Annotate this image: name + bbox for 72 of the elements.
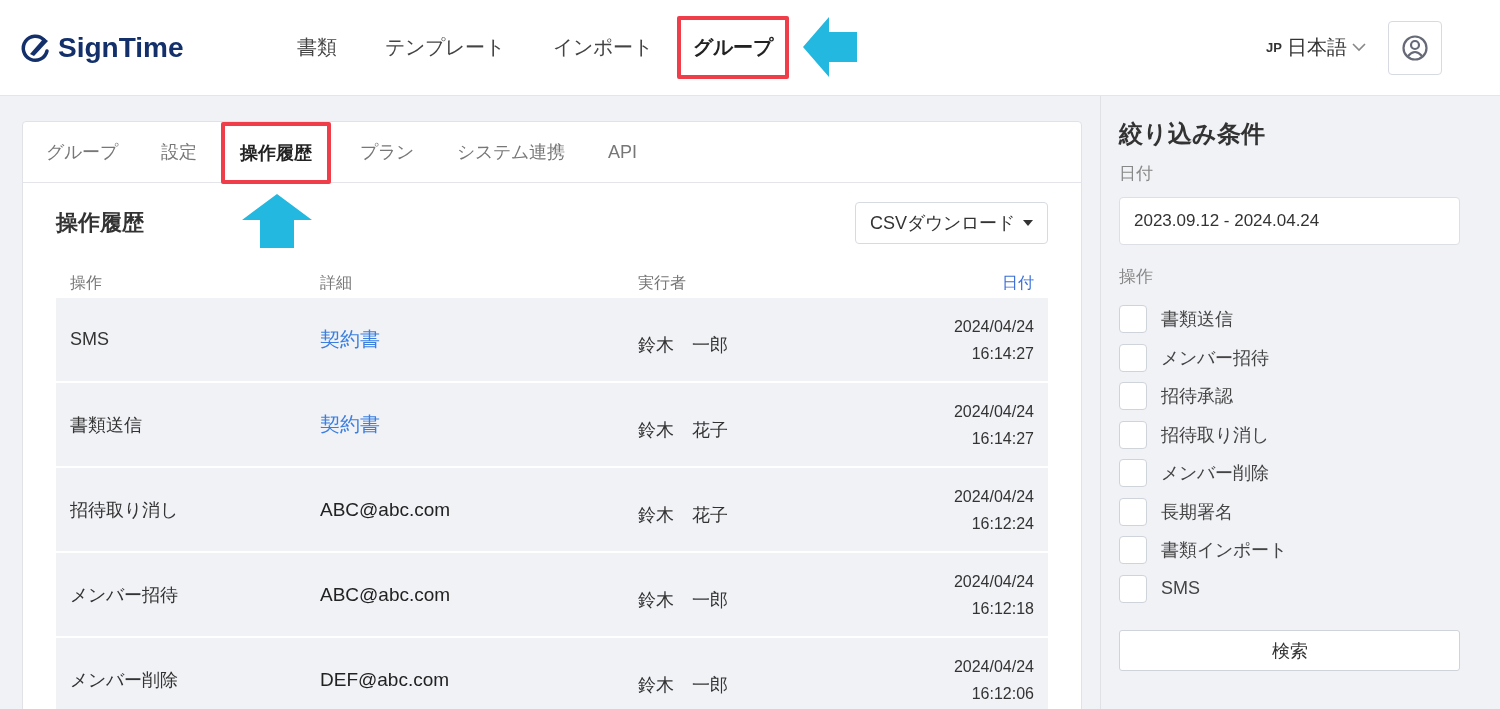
checkbox[interactable] [1119,497,1147,526]
document-link[interactable]: 契約書 [320,326,380,353]
table-cell: 鈴木 花子 [624,383,848,466]
checkbox-label: SMS [1161,578,1200,600]
arrow-annotation [803,17,857,77]
checkbox[interactable] [1119,420,1147,449]
checkbox[interactable] [1119,343,1147,372]
checkbox[interactable] [1119,305,1147,334]
table-cell: メンバー削除 [56,638,306,709]
nav-link[interactable]: インポート [529,18,677,77]
checkbox-label: 書類送信 [1161,308,1233,332]
checkbox-label: メンバー削除 [1161,462,1269,486]
checkbox[interactable] [1119,459,1147,488]
csv-download-button[interactable]: CSVダウンロード [855,202,1048,244]
checkbox-label: 書類インポート [1161,539,1287,563]
table-cell: メンバー招待 [56,553,306,636]
tab[interactable]: グループ [27,122,142,182]
operation-label: 操作 [1119,266,1154,288]
date-text: 2024/04/24 [953,656,1034,677]
table-cell: 鈴木 一郎 [624,298,848,381]
page-title: 操作履歴 [56,209,144,237]
checkbox-label: 招待承認 [1161,385,1233,409]
table-cell: 鈴木 一郎 [624,638,848,709]
table-cell: 鈴木 花子 [624,468,848,551]
column-header[interactable]: 操作 [56,263,306,298]
date-text: 2024/04/24 [953,571,1034,592]
document-link[interactable]: 契約書 [320,411,380,438]
filter-title: 絞り込み条件 [1119,119,1266,149]
nav-link[interactable]: グループ [677,16,789,79]
email-text: DEF@abc.com [320,668,450,691]
checkbox-label: メンバー招待 [1161,346,1269,370]
checkbox[interactable] [1119,536,1147,565]
time-text: 16:14:27 [970,428,1034,449]
date-text: 2024/04/24 [953,486,1034,507]
email-text: ABC@abc.com [320,583,451,606]
table-cell: 鈴木 一郎 [624,553,848,636]
nav-link[interactable]: 書類 [273,18,361,77]
table-cell: SMS [56,298,306,381]
user-icon [1402,34,1428,61]
chevron-down-icon [1352,43,1366,52]
tab[interactable]: システム連携 [438,122,589,182]
language-label: 日本語 [1287,35,1347,60]
user-button[interactable] [1388,20,1442,75]
caret-icon [1023,220,1033,226]
search-button[interactable]: 検索 [1119,630,1460,671]
time-text: 16:12:18 [970,598,1034,619]
column-header[interactable]: 日付 [848,263,1048,298]
time-text: 16:14:27 [970,343,1034,364]
column-header[interactable]: 詳細 [306,263,624,298]
table-cell: 招待取り消し [56,468,306,551]
language-selector[interactable]: JP 日本語 [1266,34,1366,61]
table-cell: 書類送信 [56,383,306,466]
tab[interactable]: プラン [341,122,438,182]
email-text: ABC@abc.com [320,498,451,521]
checkbox-label: 長期署名 [1161,500,1233,524]
time-text: 16:12:06 [970,683,1034,704]
date-label: 日付 [1119,163,1154,185]
date-range-field[interactable]: 2023.09.12 - 2024.04.24 [1119,197,1460,245]
time-text: 16:12:24 [970,513,1034,534]
checkbox[interactable] [1119,574,1147,603]
arrow-annotation [242,194,312,248]
date-text: 2024/04/24 [953,401,1034,422]
tab[interactable]: API [589,122,661,182]
logo-text: SignTime [58,31,184,64]
nav-link[interactable]: テンプレート [361,18,529,77]
tab[interactable]: 設定 [142,122,221,182]
date-text: 2024/04/24 [953,316,1034,337]
checkbox-label: 招待取り消し [1161,423,1269,447]
tab[interactable]: 操作履歴 [221,122,331,184]
language-code: JP [1266,40,1282,55]
checkbox[interactable] [1119,382,1147,411]
column-header[interactable]: 実行者 [624,263,848,298]
